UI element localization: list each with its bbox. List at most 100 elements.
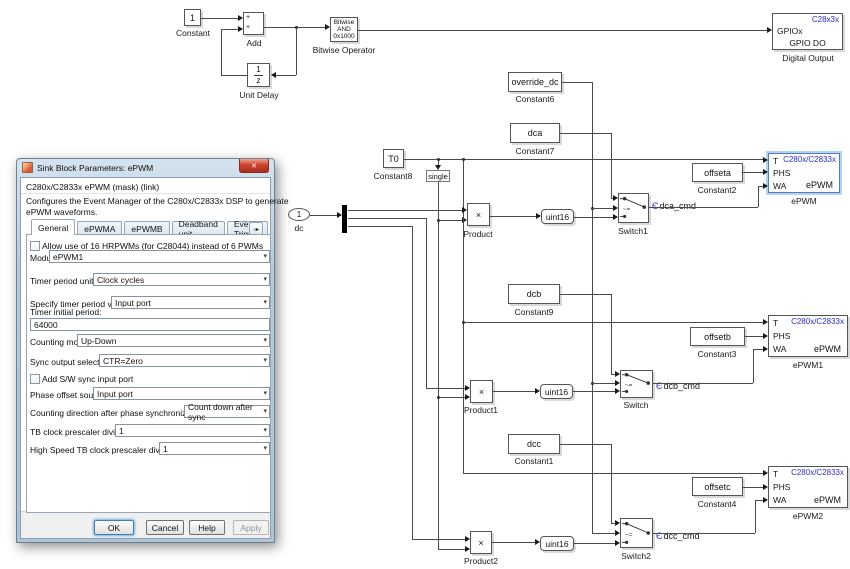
- switch-block[interactable]: ~=: [620, 370, 653, 398]
- constant3-label: Constant3: [698, 349, 737, 359]
- constant-offsetc[interactable]: offsetc: [692, 477, 743, 496]
- sync-output-select[interactable]: CTR=Zero▾: [99, 354, 270, 367]
- wire: [493, 391, 535, 392]
- tab-epwma[interactable]: ePWMA: [77, 221, 122, 235]
- counting-direction-select[interactable]: Count down after sync▾: [184, 405, 270, 418]
- bitwise-operator-block[interactable]: BitwiseAND0x1000: [330, 17, 358, 42]
- multiply-icon: ×: [479, 387, 484, 397]
- product-block[interactable]: ×: [467, 203, 490, 226]
- wire: [611, 294, 612, 374]
- constant-offsetb[interactable]: offsetb: [690, 327, 745, 346]
- wire: [221, 29, 238, 30]
- wire: [412, 226, 413, 539]
- product2-block[interactable]: ×: [470, 531, 492, 554]
- arrowhead: [613, 214, 618, 220]
- wire: [492, 542, 535, 543]
- cancel-button[interactable]: Cancel: [146, 520, 184, 535]
- wire: [592, 383, 615, 384]
- ok-button[interactable]: OK: [94, 520, 134, 535]
- tab-deadband-unit[interactable]: Deadband unit: [172, 221, 225, 235]
- constant-value: 1: [190, 13, 195, 23]
- uint16-conversion[interactable]: uint16: [540, 536, 574, 551]
- constant-t0[interactable]: T0: [383, 149, 404, 168]
- demux-block[interactable]: [342, 205, 347, 233]
- epwm1-block[interactable]: C280x/C2833x T PHS WA ePWM: [768, 315, 848, 357]
- constant-offseta[interactable]: offseta: [692, 163, 743, 182]
- arrowhead: [465, 394, 470, 400]
- initial-period-label: Timer initial period:: [30, 307, 102, 317]
- initial-period-input[interactable]: 64000: [30, 318, 270, 331]
- help-button[interactable]: Help: [189, 520, 225, 535]
- arrowhead: [536, 213, 541, 219]
- digital-output-label: Digital Output: [782, 53, 834, 63]
- add-block[interactable]: + +: [243, 12, 264, 35]
- tb-prescaler-select[interactable]: 1▾: [115, 424, 270, 437]
- goto-tag-dca-cmd[interactable]: Єdca_cmd: [652, 201, 696, 211]
- wire: [296, 27, 297, 75]
- constant-dca[interactable]: dca: [510, 123, 560, 143]
- epwm2-label: ePWM2: [793, 511, 823, 521]
- inport-dc[interactable]: 1: [288, 208, 310, 221]
- constant2-label: Constant2: [698, 185, 737, 195]
- arrowhead: [763, 319, 768, 325]
- constant-override-dc[interactable]: override_dc: [508, 72, 562, 92]
- specify-period-select[interactable]: Input port▾: [111, 296, 270, 309]
- wire: [438, 182, 439, 549]
- switch2-block[interactable]: ~=: [620, 518, 653, 548]
- timer-units-label: Timer period units:: [30, 276, 100, 286]
- epwm-label: ePWM: [791, 196, 817, 206]
- constant-dcb[interactable]: dcb: [508, 284, 560, 304]
- wire: [463, 322, 763, 323]
- svg-text:~=: ~=: [623, 206, 631, 213]
- constant4-label: Constant4: [698, 499, 737, 509]
- arrowhead: [238, 15, 243, 21]
- switch1-block[interactable]: ~=: [618, 193, 649, 223]
- digital-output-block[interactable]: C28x3x GPIOx GPIO DO: [772, 13, 843, 50]
- wire: [649, 207, 758, 208]
- port-wa-label: WA: [773, 344, 786, 354]
- wire: [560, 294, 611, 295]
- epwm1-label: ePWM1: [793, 360, 823, 370]
- phase-offset-select[interactable]: Input port▾: [93, 387, 270, 400]
- arrowhead: [465, 385, 470, 391]
- sw-sync-checkbox[interactable]: [30, 374, 40, 384]
- uint16-conversion[interactable]: uint16: [540, 384, 573, 399]
- module-select[interactable]: ePWM1▾: [49, 250, 270, 263]
- port-t-label: T: [773, 318, 778, 328]
- single-datatype-tag[interactable]: single: [426, 170, 450, 182]
- arrowhead: [763, 169, 768, 175]
- hs-tb-prescaler-select[interactable]: 1▾: [159, 442, 270, 455]
- apply-button[interactable]: Apply: [233, 520, 269, 535]
- timer-units-select[interactable]: Clock cycles▾: [93, 273, 270, 286]
- tab-epwmb[interactable]: ePWMB: [124, 221, 169, 235]
- dialog-button-bar: OK Cancel Help Apply: [21, 511, 270, 538]
- add-label: Add: [246, 38, 261, 48]
- close-button[interactable]: ✕: [239, 159, 269, 173]
- arrowhead: [615, 371, 620, 377]
- arrowhead: [535, 388, 540, 394]
- constant6-label: Constant6: [516, 94, 555, 104]
- counting-mode-select[interactable]: Up-Down▾: [77, 334, 270, 347]
- arrowhead: [238, 26, 243, 32]
- wire: [348, 226, 412, 227]
- wire: [574, 217, 613, 218]
- wire: [348, 218, 426, 219]
- multiply-icon: ×: [476, 210, 481, 220]
- epwm2-block[interactable]: C280x/C2833x T PHS WA ePWM: [768, 466, 848, 508]
- arrowhead: [615, 530, 620, 536]
- constant-block[interactable]: 1: [184, 9, 201, 26]
- dialog-titlebar[interactable]: Sink Block Parameters: ePWM: [17, 159, 274, 176]
- arrowhead: [763, 484, 768, 490]
- wire: [753, 349, 763, 350]
- tab-general[interactable]: General: [31, 219, 75, 235]
- unit-delay-block[interactable]: 1z: [247, 63, 270, 87]
- tab-scroll-right-icon: ▸: [256, 226, 259, 233]
- constant-dcc[interactable]: dcc: [508, 434, 560, 454]
- chip-tag: C280x/C2833x: [791, 468, 844, 477]
- hrpwm-checkbox[interactable]: [30, 241, 40, 251]
- uint16-conversion[interactable]: uint16: [541, 209, 574, 224]
- product1-block[interactable]: ×: [470, 380, 493, 403]
- epwm-block[interactable]: C280x/C2833x T PHS WA ePWM: [768, 153, 840, 193]
- wire: [758, 186, 759, 207]
- wire: [592, 82, 593, 533]
